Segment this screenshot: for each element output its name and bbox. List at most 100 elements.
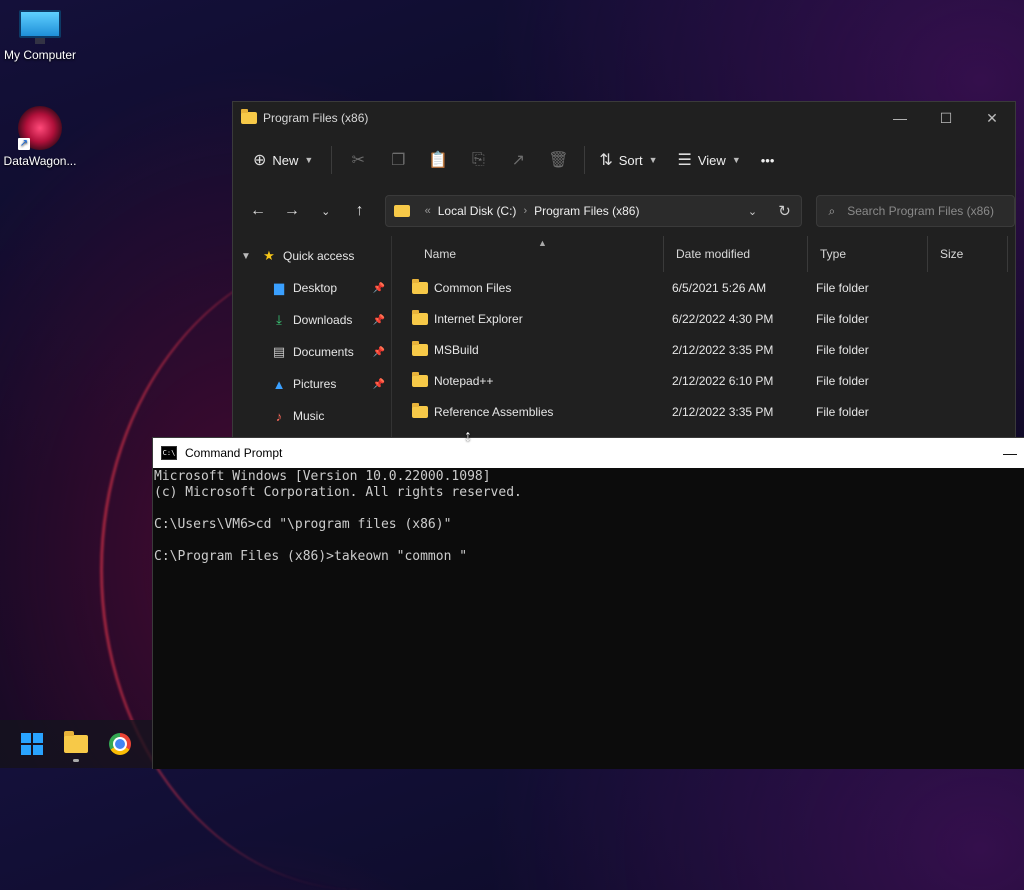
breadcrumb-local-disk[interactable]: Local Disk (C:) bbox=[438, 204, 517, 218]
back-button[interactable]: ← bbox=[241, 195, 275, 227]
date-modified: 6/22/2022 4:30 PM bbox=[672, 311, 774, 326]
address-bar[interactable]: « Local Disk (C:) › Program Files (x86) … bbox=[384, 195, 802, 227]
date-modified: 2/12/2022 3:35 PM bbox=[672, 404, 774, 419]
minimize-button[interactable]: — bbox=[995, 445, 1024, 461]
breadcrumb-program-files[interactable]: Program Files (x86) bbox=[534, 204, 639, 218]
sidebar-item-label: Music bbox=[293, 409, 325, 423]
column-header-size[interactable]: Size bbox=[928, 236, 1008, 272]
chevron-down-icon: ▼ bbox=[241, 250, 251, 262]
cut-button[interactable]: ✂ bbox=[338, 144, 378, 176]
sidebar-item-music[interactable]: ♪ Music bbox=[233, 400, 391, 432]
column-header-date[interactable]: Date modified bbox=[664, 236, 808, 272]
window-title: Command Prompt bbox=[185, 446, 283, 460]
sidebar-item-label: Downloads bbox=[293, 313, 353, 327]
desktop-icon-my-computer[interactable]: My Computer bbox=[0, 10, 80, 62]
console-line: C:\Users\VM6>cd "\program files (x86)" bbox=[154, 517, 452, 532]
file-type: File folder bbox=[816, 311, 869, 326]
folder-icon bbox=[412, 279, 428, 295]
document-icon: ▤ bbox=[272, 344, 286, 359]
share-button[interactable]: ↗ bbox=[498, 144, 538, 176]
more-options-button[interactable]: ••• bbox=[753, 144, 783, 176]
rename-button[interactable]: ⎘ bbox=[458, 144, 498, 176]
folder-icon bbox=[393, 205, 410, 217]
minimize-button[interactable]: — bbox=[877, 102, 923, 134]
plus-circle-icon: ⊕ bbox=[253, 152, 267, 169]
file-name: Common Files bbox=[434, 280, 512, 295]
console-input-line[interactable]: C:\Program Files (x86)>takeown "common " bbox=[154, 549, 1024, 565]
pin-icon: 📌 bbox=[372, 282, 385, 294]
up-button[interactable]: ↑ bbox=[343, 195, 377, 227]
date-modified: 6/5/2021 5:26 AM bbox=[672, 280, 767, 295]
pin-icon: 📌 bbox=[372, 314, 385, 326]
paste-button[interactable]: 📋 bbox=[418, 144, 458, 176]
file-name-cell: Common Files bbox=[412, 279, 672, 295]
delete-button[interactable]: 🗑 bbox=[538, 144, 578, 176]
table-row[interactable]: Internet Explorer 6/22/2022 4:30 PM File… bbox=[392, 303, 1015, 334]
address-dropdown-button[interactable]: ⌄ bbox=[737, 205, 769, 218]
desktop-icon-label: DataWagon... bbox=[3, 154, 77, 168]
column-header-type[interactable]: Type bbox=[808, 236, 928, 272]
taskbar bbox=[0, 720, 152, 768]
sidebar-item-label: Desktop bbox=[293, 281, 338, 295]
taskbar-file-explorer[interactable] bbox=[54, 722, 98, 766]
sort-button[interactable]: ⇅ Sort ▼ bbox=[591, 144, 665, 176]
folder-icon bbox=[412, 372, 428, 388]
file-name-cell: Notepad++ bbox=[412, 372, 672, 388]
refresh-button[interactable]: ↻ bbox=[769, 202, 801, 220]
table-row[interactable]: MSBuild 2/12/2022 3:35 PM File folder bbox=[392, 334, 1015, 365]
recent-locations-button[interactable]: ⌄ bbox=[309, 195, 343, 227]
breadcrumb-overflow-icon[interactable]: « bbox=[425, 205, 431, 217]
maximize-button[interactable]: ☐ bbox=[923, 102, 969, 134]
folder-icon bbox=[241, 109, 257, 124]
sidebar-item-pictures[interactable]: ▲ Pictures 📌 bbox=[233, 368, 391, 400]
sidebar-quick-access[interactable]: ▼ ★ Quick access bbox=[233, 240, 391, 272]
start-button[interactable] bbox=[10, 722, 54, 766]
chevron-right-icon[interactable]: › bbox=[523, 205, 527, 217]
sidebar-item-downloads[interactable]: ⤓ Downloads 📌 bbox=[233, 304, 391, 336]
sort-icon: ⇅ bbox=[599, 152, 613, 169]
date-modified: 2/12/2022 6:10 PM bbox=[672, 373, 774, 388]
sort-label: Sort bbox=[618, 152, 643, 168]
desktop-icon: ▆ bbox=[274, 280, 284, 295]
chevron-down-icon: ▼ bbox=[731, 155, 741, 165]
sidebar-item-label: Pictures bbox=[293, 377, 337, 391]
file-name: Internet Explorer bbox=[434, 311, 523, 326]
sidebar-item-desktop[interactable]: ▆ Desktop 📌 bbox=[233, 272, 391, 304]
sidebar-item-documents[interactable]: ▤ Documents 📌 bbox=[233, 336, 391, 368]
console-line: ​ bbox=[154, 501, 1024, 517]
navigation-row: ← → ⌄ ↑ « Local Disk (C:) › Program File… bbox=[233, 186, 1015, 236]
command-prompt-window[interactable]: C:\ Command Prompt — Microsoft Windows [… bbox=[152, 437, 1024, 769]
console-line: ​ bbox=[154, 533, 1024, 549]
column-headers: ▲ Name Date modified Type Size bbox=[392, 236, 1015, 272]
console-output[interactable]: Microsoft Windows [Version 10.0.22000.10… bbox=[153, 468, 1024, 565]
new-button[interactable]: ⊕ New ▼ bbox=[245, 144, 321, 176]
copy-button[interactable]: ❐ bbox=[378, 144, 418, 176]
table-row[interactable]: Reference Assemblies 2/12/2022 3:35 PM F… bbox=[392, 396, 1015, 427]
forward-button[interactable]: → bbox=[275, 195, 309, 227]
command-bar: ⊕ New ▼ ✂ ❐ 📋 ⎘ ↗ 🗑 ⇅ Sort ▼ ☰ View ▼ ••… bbox=[233, 134, 1015, 186]
file-name-cell: MSBuild bbox=[412, 341, 672, 357]
search-box[interactable]: ⌕ bbox=[815, 195, 1015, 227]
list-view-icon: ☰ bbox=[677, 152, 692, 169]
search-input[interactable] bbox=[845, 203, 1000, 219]
taskbar-chrome[interactable] bbox=[98, 722, 142, 766]
folder-icon bbox=[412, 403, 428, 419]
view-label: View bbox=[697, 152, 726, 168]
new-label: New bbox=[272, 152, 299, 168]
explorer-titlebar[interactable]: Program Files (x86) — ☐ ✕ bbox=[233, 102, 1015, 134]
cmd-icon: C:\ bbox=[161, 446, 177, 460]
file-type: File folder bbox=[816, 373, 869, 388]
desktop-icon-label: My Computer bbox=[3, 48, 77, 62]
desktop-icon-datawagon[interactable]: ↗ DataWagon... bbox=[0, 106, 80, 168]
table-row[interactable]: Notepad++ 2/12/2022 6:10 PM File folder bbox=[392, 365, 1015, 396]
cmd-titlebar[interactable]: C:\ Command Prompt — bbox=[153, 438, 1024, 468]
resize-vertical-cursor-icon: ↕ bbox=[464, 428, 472, 445]
picture-icon: ▲ bbox=[272, 376, 286, 392]
shortcut-arrow-icon: ↗ bbox=[18, 138, 30, 150]
toolbar-divider bbox=[331, 146, 333, 174]
view-button[interactable]: ☰ View ▼ bbox=[670, 144, 749, 176]
sidebar-item-label: Documents bbox=[293, 345, 354, 359]
file-type: File folder bbox=[816, 280, 869, 295]
table-row[interactable]: Common Files 6/5/2021 5:26 AM File folde… bbox=[392, 272, 1015, 303]
close-button[interactable]: ✕ bbox=[969, 102, 1015, 134]
